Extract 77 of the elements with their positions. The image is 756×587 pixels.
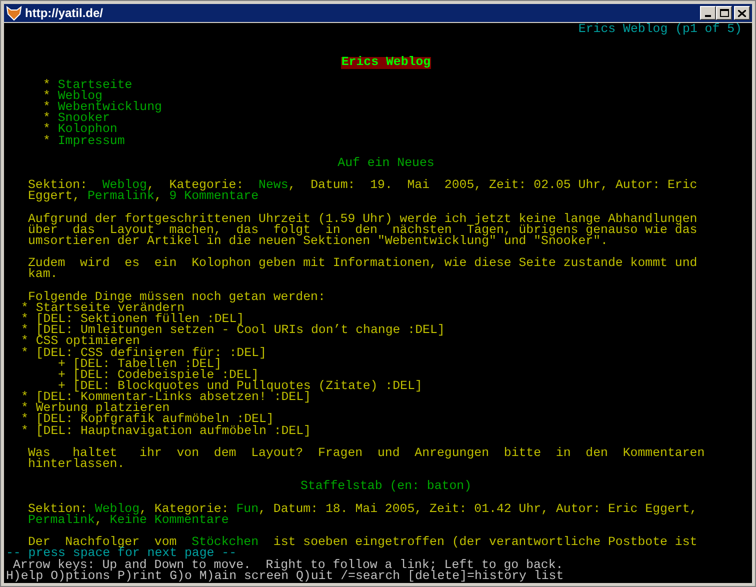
list-item: [DEL: Kopfgrafik aufmöbeln :DEL] bbox=[36, 414, 274, 426]
link[interactable]: Permalink bbox=[88, 191, 154, 202]
maximize-button[interactable] bbox=[716, 6, 732, 20]
app-icon bbox=[6, 5, 22, 21]
body-text: , Datum: 19. Mai 2005, Zeit: 02.05 Uhr, Autor: Eric bbox=[288, 180, 698, 192]
command-hint-text: H)elp O)ptions P)rint G)o M)ain screen Q)uit /=search [delete]=history list bbox=[6, 570, 564, 582]
window-title: http://yatil.de/ bbox=[25, 7, 103, 19]
close-button[interactable] bbox=[734, 6, 750, 20]
bullet: * bbox=[43, 80, 50, 91]
body-text: Aufgrund der fortgeschrittenen Uhrzeit (1.59 Uhr) werde ich jetzt keine lange Abhandlungen bbox=[28, 214, 698, 225]
body-text: Zudem wird es ein Kolophon geben mit Informationen, wie diese Seite zustande kommt und bbox=[28, 258, 698, 270]
list-item: [DEL: Umleitungen setzen - Cool URIs don’t change :DEL] bbox=[36, 325, 445, 336]
minimize-button[interactable] bbox=[700, 6, 716, 20]
body-text: , bbox=[154, 191, 163, 202]
bullet: * bbox=[21, 403, 28, 414]
body-text: Sektion: bbox=[28, 504, 88, 515]
bullet: * bbox=[43, 102, 50, 114]
bullet: * bbox=[43, 90, 50, 102]
body-text: Sektion: bbox=[28, 180, 88, 192]
nav-link[interactable]: Impressum bbox=[58, 136, 125, 147]
body-text: Was haltet ihr von dem Layout? Fragen und Anregungen bitte in den Kommentaren bbox=[28, 448, 705, 460]
body-text: , Kategorie: bbox=[140, 504, 230, 515]
link[interactable]: News bbox=[258, 180, 288, 192]
bullet: * bbox=[21, 392, 28, 404]
list-item: [DEL: Sektionen füllen :DEL] bbox=[36, 314, 244, 326]
article-heading: Auf ein Neues bbox=[338, 158, 434, 170]
list-item: [DEL: Hauptnavigation aufmöbeln :DEL] bbox=[36, 426, 311, 437]
bullet: + bbox=[58, 381, 66, 392]
body-text: umsortieren der Artikel in die neuen Sektionen "Webentwicklung" und "Snooker". bbox=[28, 236, 608, 248]
link[interactable]: Stöckchen bbox=[192, 537, 259, 548]
list-item: Werbung platzieren bbox=[36, 403, 170, 414]
body-text: , Kategorie: bbox=[146, 180, 244, 192]
link[interactable]: Weblog bbox=[94, 504, 140, 515]
bullet: * bbox=[21, 302, 28, 314]
status-prompt: -- press space for next page -- bbox=[6, 548, 237, 560]
body-text: Eggert, bbox=[28, 191, 82, 202]
bullet: + bbox=[58, 358, 66, 370]
bullet: * bbox=[21, 348, 28, 359]
body-text: , bbox=[94, 514, 102, 526]
nav-link[interactable]: Webentwicklung bbox=[58, 102, 162, 114]
list-item: [DEL: Kommentar-Links absetzen! :DEL] bbox=[36, 392, 311, 404]
list-intro: Folgende Dinge müssen noch getan werden: bbox=[28, 292, 326, 303]
list-item: [DEL: Codebeispiele :DEL] bbox=[72, 370, 259, 381]
bullet: * bbox=[43, 124, 50, 136]
list-item: [DEL: Blockquotes und Pullquotes (Zitate) :DEL] bbox=[72, 381, 422, 392]
bullet: * bbox=[43, 136, 50, 147]
body-text: über das Layout machen, das folgt in den nächsten Tagen, übrigens genauso wie das bbox=[28, 224, 698, 236]
help-hint: Arrow keys: Up and Down to move. Right to follow a link; Left to go back. bbox=[13, 560, 564, 571]
list-item: [DEL: CSS definieren für: :DEL] bbox=[36, 348, 266, 359]
bullet: * bbox=[43, 113, 50, 124]
body-text: kam. bbox=[28, 269, 58, 281]
nav-link[interactable]: Snooker bbox=[58, 113, 110, 124]
page-indicator: Erics Weblog (p1 of 5) bbox=[578, 24, 742, 36]
article-heading: Staffelstab (en: baton) bbox=[300, 481, 472, 493]
bullet: * bbox=[21, 414, 28, 426]
close-icon bbox=[738, 10, 746, 16]
nav-link[interactable]: Weblog bbox=[58, 90, 102, 102]
link[interactable]: Weblog bbox=[102, 180, 147, 192]
bullet: * bbox=[21, 314, 28, 326]
bullet: * bbox=[21, 336, 28, 348]
body-text: , Datum: 18. Mai 2005, Zeit: 01.42 Uhr, Autor: Eric Eggert, bbox=[258, 504, 698, 515]
nav-link[interactable]: Kolophon bbox=[58, 124, 118, 136]
link[interactable]: Fun bbox=[236, 504, 259, 515]
page-title: Erics Weblog bbox=[341, 57, 431, 69]
link[interactable]: 9 Kommentare bbox=[169, 191, 259, 202]
body-text: Der Nachfolger vom bbox=[28, 537, 178, 548]
list-item: Startseite verändern bbox=[36, 302, 185, 314]
body-text: hinterlassen. bbox=[28, 459, 125, 470]
bullet: * bbox=[21, 426, 28, 437]
link[interactable]: Keine Kommentare bbox=[110, 514, 229, 526]
list-item: CSS optimieren bbox=[36, 336, 140, 348]
bullet: + bbox=[58, 370, 66, 381]
body-text: ist soeben eingetroffen (der verantwortliche Postbote ist bbox=[272, 537, 698, 548]
nav-link[interactable]: Startseite bbox=[58, 80, 132, 91]
list-item: [DEL: Tabellen :DEL] bbox=[72, 358, 222, 370]
link[interactable]: Permalink bbox=[28, 514, 95, 526]
bullet: * bbox=[21, 325, 28, 336]
